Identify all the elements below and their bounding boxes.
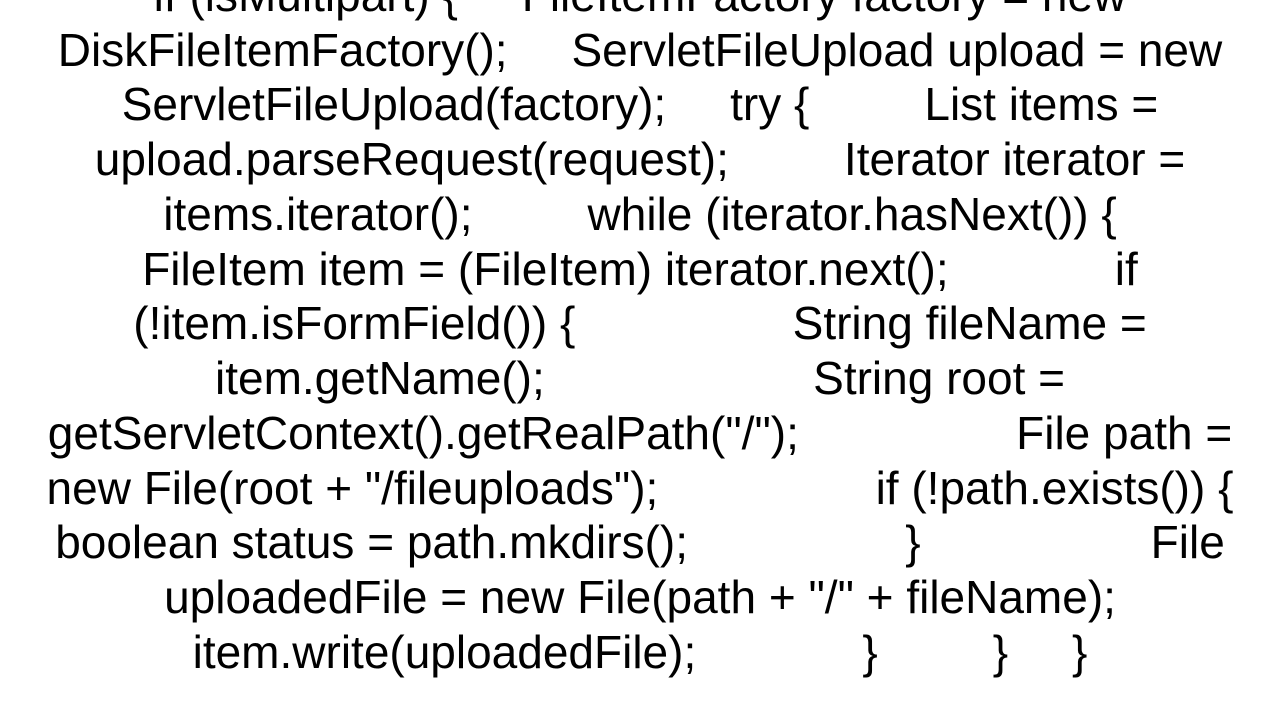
code-snippet: if (isMultipart) { FileItemFactory facto…: [0, 0, 1280, 680]
